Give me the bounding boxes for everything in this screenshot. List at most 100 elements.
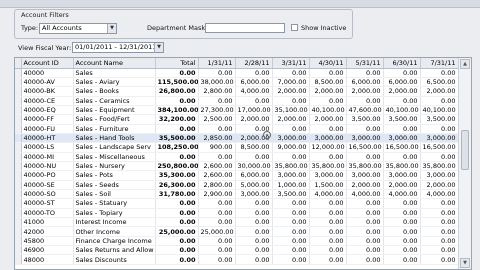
month-value-cell[interactable]: 3,000.00 bbox=[272, 170, 310, 181]
month-value-cell[interactable]: 0.00 bbox=[272, 217, 310, 228]
chevron-down-icon[interactable]: ▼ bbox=[154, 43, 163, 52]
month-value-cell[interactable]: 0.00 bbox=[235, 245, 273, 256]
month-value-cell[interactable]: 35,800.00 bbox=[272, 161, 310, 172]
month-value-cell[interactable]: 4,000.00 bbox=[346, 189, 384, 200]
month-value-cell[interactable]: 0.00 bbox=[309, 217, 347, 228]
table-row[interactable]: 40000-AV Sales - Aviary 115,500.00 38,000.0… bbox=[15, 77, 459, 88]
month-value-cell[interactable]: 9,000.00 bbox=[272, 142, 310, 153]
table-row[interactable]: 48000 Sales Discounts 0.00 0.00 0.00 0.00 0.00… bbox=[15, 254, 459, 265]
month-value-cell[interactable]: 0.00 bbox=[420, 68, 459, 78]
month-value-cell[interactable]: 4,000.00 bbox=[235, 86, 273, 97]
table-row[interactable]: 40000-FU Sales - Furniture 0.00 0.00 0.00 0.0… bbox=[15, 124, 459, 134]
month-value-cell[interactable]: 0.00 bbox=[420, 254, 459, 265]
month-value-cell[interactable]: 0.00 bbox=[272, 245, 310, 256]
column-header[interactable]: Account Name bbox=[73, 58, 156, 69]
column-header[interactable]: 2/28/11 bbox=[235, 58, 273, 69]
month-value-cell[interactable]: 0.00 bbox=[235, 208, 273, 219]
column-header[interactable]: 5/31/11 bbox=[346, 58, 384, 69]
month-value-cell[interactable]: 2,600.00 bbox=[198, 161, 236, 172]
month-value-cell[interactable]: 0.00 bbox=[235, 198, 273, 209]
month-value-cell[interactable]: 2,000.00 bbox=[272, 86, 310, 97]
month-value-cell[interactable]: 6,000.00 bbox=[235, 77, 273, 88]
table-row[interactable]: 40000-NU Sales - Nursery 250,800.00 2,600.0… bbox=[15, 161, 459, 172]
month-value-cell[interactable]: 0.00 bbox=[346, 152, 384, 162]
month-value-cell[interactable]: 6,500.00 bbox=[420, 77, 459, 88]
month-value-cell[interactable]: 0.00 bbox=[198, 217, 236, 228]
month-value-cell[interactable]: 3,000.00 bbox=[346, 170, 384, 181]
month-value-cell[interactable]: 2,850.00 bbox=[198, 133, 236, 144]
month-value-cell[interactable]: 2,000.00 bbox=[272, 114, 310, 125]
month-value-cell[interactable]: 0.00 bbox=[346, 68, 384, 78]
table-row[interactable]: 40000-SO Sales - Soil 31,780.00 2,900.00 3,0… bbox=[15, 189, 459, 200]
table-row[interactable]: 40000-EQ Sales - Equipment 384,100.00 27,30… bbox=[15, 105, 459, 116]
month-value-cell[interactable]: 3,000.00 bbox=[309, 133, 347, 144]
month-value-cell[interactable]: 3,000.00 bbox=[309, 170, 347, 181]
month-value-cell[interactable]: 2,000.00 bbox=[346, 86, 384, 97]
month-value-cell[interactable]: 0.00 bbox=[309, 226, 347, 237]
month-value-cell[interactable]: 0.00 bbox=[346, 96, 384, 106]
month-value-cell[interactable]: 8,500.00 bbox=[235, 142, 273, 153]
scrollbar-thumb[interactable] bbox=[461, 130, 469, 170]
month-value-cell[interactable]: 0.00 bbox=[272, 96, 310, 106]
month-value-cell[interactable]: 6,000.00 bbox=[235, 170, 273, 181]
column-header[interactable]: Total bbox=[155, 58, 199, 69]
month-value-cell[interactable]: 3,000.00 bbox=[272, 133, 310, 144]
month-value-cell[interactable]: 0.00 bbox=[235, 217, 273, 228]
month-value-cell[interactable]: 3,000.00 bbox=[420, 170, 459, 181]
month-value-cell[interactable]: 2,000.00 bbox=[309, 114, 347, 125]
month-value-cell[interactable]: 4,000.00 bbox=[383, 189, 421, 200]
month-value-cell[interactable]: 0.00 bbox=[309, 152, 347, 162]
month-value-cell[interactable]: 3,500.00 bbox=[383, 114, 421, 125]
month-value-cell[interactable]: 35,800.00 bbox=[309, 161, 347, 172]
table-row[interactable]: 40000-PO Sales - Pots 35,300.00 2,600.00 6,0… bbox=[15, 170, 459, 181]
month-value-cell[interactable]: 2,000.00 bbox=[235, 114, 273, 125]
month-value-cell[interactable]: 3,000.00 bbox=[383, 170, 421, 181]
month-value-cell[interactable]: 0.00 bbox=[420, 96, 459, 106]
month-value-cell[interactable]: 2,800.00 bbox=[198, 180, 236, 190]
month-value-cell[interactable]: 0.00 bbox=[346, 217, 384, 228]
month-value-cell[interactable]: 0.00 bbox=[235, 96, 273, 106]
table-row[interactable]: 40000-BK Sales - Books 26,800.00 2,800.00 4,… bbox=[15, 86, 459, 97]
month-value-cell[interactable]: 0.00 bbox=[383, 68, 421, 78]
month-value-cell[interactable]: 2,600.00 bbox=[198, 170, 236, 181]
chevron-down-icon[interactable]: ▼ bbox=[107, 24, 116, 33]
month-value-cell[interactable]: 0.00 bbox=[272, 236, 310, 247]
month-value-cell[interactable]: 0.00 bbox=[198, 254, 236, 265]
month-value-cell[interactable]: 0.00 bbox=[272, 226, 310, 237]
month-value-cell[interactable]: 7,000.00 bbox=[272, 77, 310, 88]
month-value-cell[interactable]: 0.00 bbox=[272, 254, 310, 265]
month-value-cell[interactable]: 0.00 bbox=[383, 245, 421, 256]
table-row[interactable]: 40000-TO Sales - Topiary 0.00 0.00 0.00 0.00 0… bbox=[15, 208, 459, 219]
column-header[interactable]: 6/30/11 bbox=[383, 58, 421, 69]
month-value-cell[interactable]: 3,000.00 bbox=[346, 133, 384, 144]
month-value-cell[interactable]: 0.00 bbox=[383, 236, 421, 247]
month-value-cell[interactable]: 2,900.00 bbox=[198, 189, 236, 200]
month-value-cell[interactable]: 16,500.00 bbox=[420, 142, 459, 153]
table-row[interactable]: 40000-MI Sales - Miscellaneous 0.00 0.00 0.0… bbox=[15, 152, 459, 162]
month-value-cell[interactable]: 0.00 bbox=[235, 236, 273, 247]
month-value-cell[interactable]: 3,500.00 bbox=[420, 114, 459, 125]
month-value-cell[interactable]: 0.00 bbox=[272, 152, 310, 162]
month-value-cell[interactable]: 0.00 bbox=[420, 152, 459, 162]
month-value-cell[interactable]: 0.00 bbox=[235, 226, 273, 237]
month-value-cell[interactable]: 0.00 bbox=[272, 68, 310, 78]
month-value-cell[interactable]: 0.00 bbox=[383, 254, 421, 265]
column-header[interactable]: 4/30/11 bbox=[309, 58, 347, 69]
month-value-cell[interactable]: 2,500.00 bbox=[198, 114, 236, 125]
month-value-cell[interactable]: 0.00 bbox=[420, 245, 459, 256]
month-value-cell[interactable]: 0.00 bbox=[309, 254, 347, 265]
month-value-cell[interactable]: 3,500.00 bbox=[346, 114, 384, 125]
month-value-cell[interactable]: 0.00 bbox=[346, 198, 384, 209]
month-value-cell[interactable]: 35,800.00 bbox=[346, 161, 384, 172]
month-value-cell[interactable]: 2,000.00 bbox=[346, 180, 384, 190]
month-value-cell[interactable]: 35,100.00 bbox=[272, 105, 310, 116]
table-row[interactable]: 40000-ST Sales - Statuary 0.00 0.00 0.00 0.00… bbox=[15, 198, 459, 209]
month-value-cell[interactable]: 1,500.00 bbox=[309, 180, 347, 190]
month-value-cell[interactable]: 0.00 bbox=[420, 236, 459, 247]
table-row[interactable]: 40000-SE Sales - Seeds 26,300.00 2,800.00 5,… bbox=[15, 180, 459, 190]
month-value-cell[interactable]: 0.00 bbox=[383, 226, 421, 237]
month-value-cell[interactable]: 12,000.00 bbox=[309, 142, 347, 153]
month-value-cell[interactable]: 4,000.00 bbox=[309, 189, 347, 200]
month-value-cell[interactable]: 8,500.00 bbox=[309, 77, 347, 88]
table-row[interactable]: 42000 Other Income 25,000.00 25,000.00 0.00 0… bbox=[15, 226, 459, 237]
